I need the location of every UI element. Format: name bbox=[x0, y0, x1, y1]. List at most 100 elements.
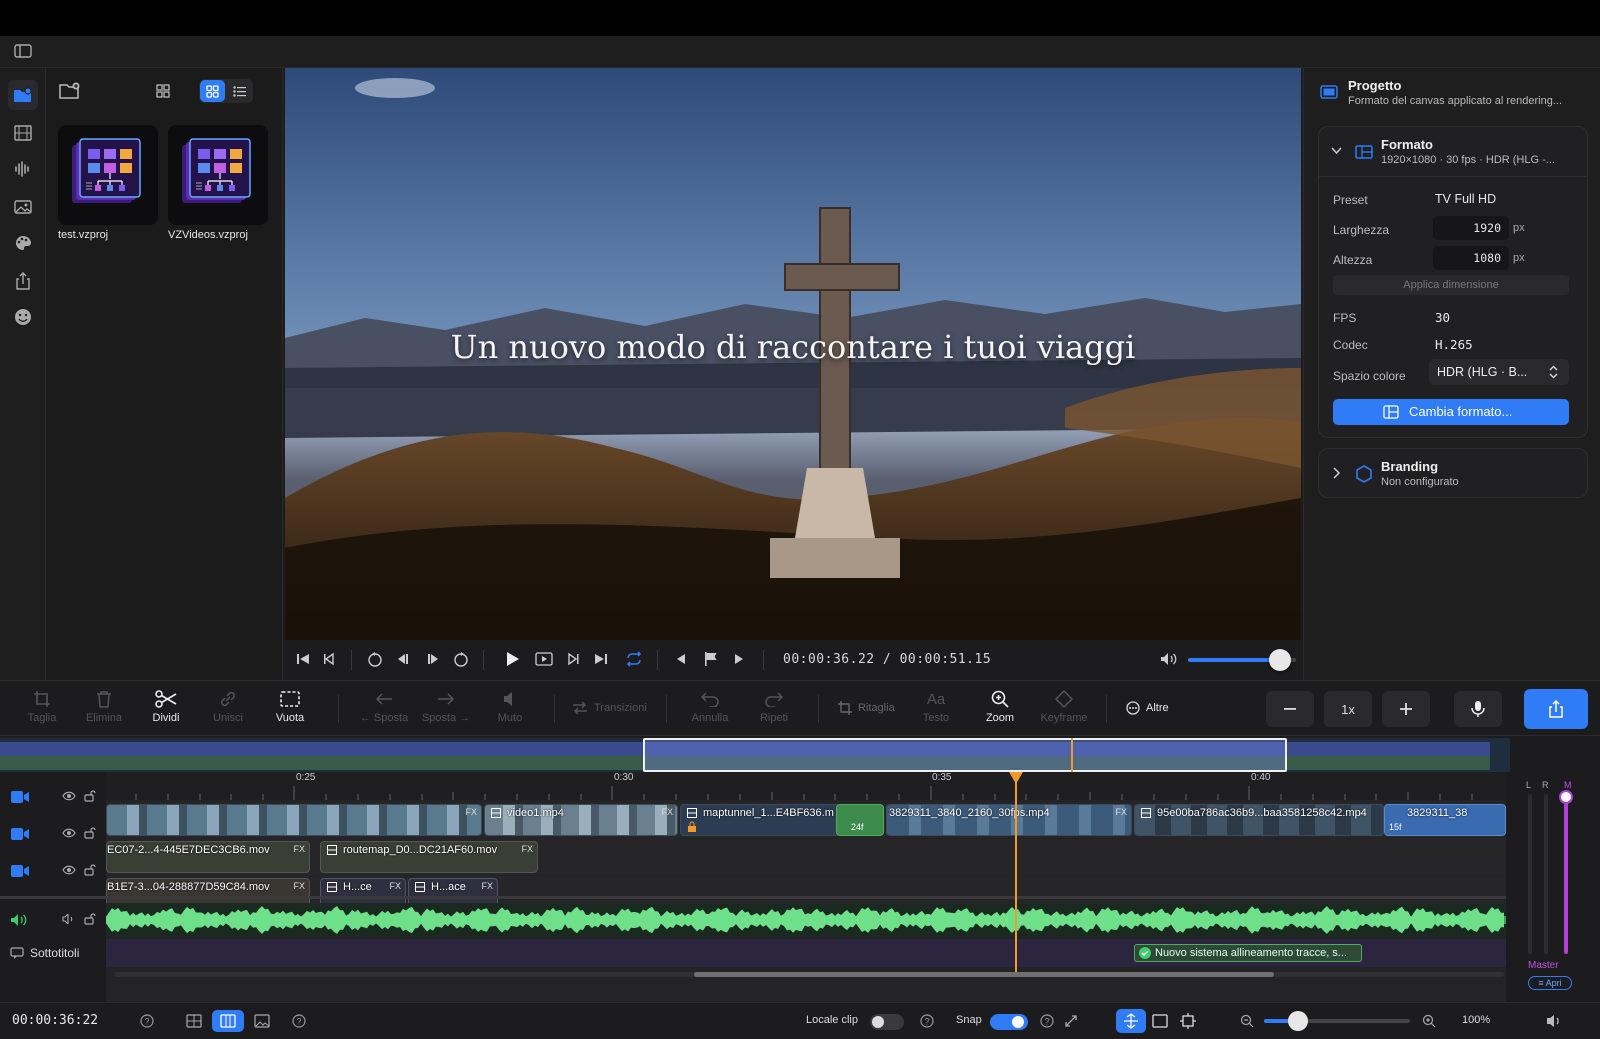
grid-layout-icon[interactable] bbox=[186, 1014, 202, 1028]
timeline-clip[interactable]: video1.mp4 FX bbox=[484, 804, 678, 836]
dividi-button[interactable]: Dividi bbox=[136, 689, 196, 724]
skip-to-end-icon[interactable] bbox=[593, 651, 609, 667]
forward-5s-icon[interactable] bbox=[453, 651, 469, 667]
zoom-in-button[interactable] bbox=[1382, 691, 1430, 727]
volume-slider[interactable] bbox=[1188, 649, 1296, 671]
subtitle-clip[interactable]: Nuovo sistema allineamento tracce, s... bbox=[1134, 944, 1362, 962]
speaker-small-icon[interactable] bbox=[62, 914, 76, 924]
next-flag-icon[interactable] bbox=[733, 651, 745, 667]
lock-open-icon[interactable] bbox=[84, 790, 96, 802]
timeline-clip[interactable]: 3829311_3840_2160_30fps.mp4 FX bbox=[886, 804, 1132, 836]
sposta-left-button[interactable]: ← Sposta bbox=[352, 689, 416, 724]
sposta-right-button[interactable]: Sposta → bbox=[414, 689, 478, 724]
timeline-clip[interactable]: 95e00ba786ac36b9...baa3581258c42.mp4 bbox=[1134, 804, 1384, 836]
testo-button[interactable]: Aa Testo bbox=[906, 689, 966, 725]
vuota-button[interactable]: Vuota bbox=[260, 689, 320, 724]
transizioni-button[interactable]: Transizioni bbox=[572, 701, 647, 715]
play-icon[interactable] bbox=[503, 650, 521, 668]
image-icon[interactable] bbox=[254, 1014, 270, 1028]
video-preview[interactable]: Un nuovo modo di raccontare i tuoi viagg… bbox=[285, 68, 1301, 640]
timeline-clip[interactable]: maptunnel_1...E4BF636.m bbox=[680, 804, 840, 836]
previous-flag-icon[interactable] bbox=[675, 651, 687, 667]
resize-icon[interactable] bbox=[1180, 1013, 1196, 1029]
fit-tracks-button[interactable] bbox=[1116, 1009, 1146, 1033]
apply-dimension-button[interactable]: Applica dimensione bbox=[1333, 275, 1569, 295]
lock-open-icon[interactable] bbox=[84, 864, 96, 876]
help-icon[interactable]: ? bbox=[292, 1014, 306, 1028]
help-icon[interactable]: ? bbox=[920, 1014, 934, 1028]
list-view-button[interactable] bbox=[227, 80, 252, 102]
transition-clip[interactable]: 24f bbox=[836, 804, 884, 836]
play-selection-icon[interactable] bbox=[535, 651, 553, 667]
master-fader-knob[interactable] bbox=[1559, 790, 1573, 804]
speaker-icon[interactable] bbox=[1546, 1014, 1562, 1028]
timeline-clip[interactable]: FX bbox=[106, 804, 482, 836]
timeline-overview[interactable] bbox=[0, 738, 1510, 772]
zoom-in-icon[interactable] bbox=[1422, 1014, 1436, 1028]
new-folder-icon[interactable] bbox=[59, 82, 81, 100]
keyframe-button[interactable]: Keyframe bbox=[1034, 689, 1094, 724]
unisci-button[interactable]: Unisci bbox=[198, 689, 258, 724]
rail-stickers-button[interactable] bbox=[8, 302, 38, 332]
ripeti-button[interactable]: Ripeti bbox=[744, 689, 804, 724]
rail-audio-button[interactable] bbox=[8, 154, 38, 184]
rail-image-button[interactable] bbox=[8, 192, 38, 222]
altre-button[interactable]: Altre bbox=[1126, 701, 1169, 715]
lock-open-icon[interactable] bbox=[84, 913, 96, 925]
volume-icon[interactable] bbox=[1159, 651, 1179, 667]
preset-value[interactable]: TV Full HD bbox=[1435, 192, 1496, 206]
rail-color-button[interactable] bbox=[8, 228, 38, 258]
help-icon[interactable]: ? bbox=[140, 1014, 154, 1028]
timeline-scrollbar[interactable] bbox=[114, 972, 1504, 977]
rail-video-button[interactable] bbox=[8, 118, 38, 148]
export-button[interactable] bbox=[1524, 689, 1588, 729]
skip-to-start-icon[interactable] bbox=[295, 651, 311, 667]
change-format-button[interactable]: Cambia formato... bbox=[1333, 399, 1569, 425]
flag-icon[interactable] bbox=[703, 651, 719, 667]
zoom-out-button[interactable] bbox=[1266, 691, 1314, 727]
eye-icon[interactable] bbox=[62, 791, 76, 801]
overview-viewport[interactable] bbox=[643, 738, 1287, 772]
timeline-zoom-slider[interactable] bbox=[1264, 1011, 1410, 1031]
help-icon[interactable]: ? bbox=[1040, 1014, 1054, 1028]
zoom-button[interactable]: Zoom bbox=[970, 689, 1030, 724]
speed-button[interactable]: 1x bbox=[1324, 691, 1372, 727]
frame-icon[interactable] bbox=[1152, 1014, 1168, 1028]
muto-button[interactable]: Muto bbox=[480, 689, 540, 724]
width-field[interactable]: 1920 bbox=[1433, 216, 1509, 240]
step-back-icon[interactable] bbox=[395, 651, 411, 667]
zoom-slider-knob[interactable] bbox=[1288, 1011, 1308, 1031]
grid-view-button[interactable] bbox=[200, 80, 225, 102]
annulla-button[interactable]: Annulla bbox=[680, 689, 740, 724]
grid-small-icon[interactable] bbox=[156, 84, 170, 98]
ritaglia-button[interactable]: Ritaglia bbox=[838, 701, 895, 715]
zoom-out-icon[interactable] bbox=[1240, 1014, 1254, 1028]
project-thumbnail[interactable] bbox=[58, 125, 158, 225]
layout-columns-button[interactable] bbox=[212, 1010, 244, 1032]
volume-knob[interactable] bbox=[1268, 649, 1291, 671]
lock-open-icon[interactable] bbox=[84, 827, 96, 839]
playhead-handle[interactable] bbox=[1009, 772, 1023, 784]
rewind-5s-icon[interactable] bbox=[367, 651, 383, 667]
rail-export-button[interactable] bbox=[8, 266, 38, 296]
project-thumbnail[interactable] bbox=[168, 125, 268, 225]
snap-toggle[interactable] bbox=[990, 1014, 1028, 1030]
expand-icon[interactable] bbox=[1064, 1014, 1078, 1028]
timeline-clip[interactable]: EC07-2...4-445E7DEC3CB6.mov FX bbox=[106, 841, 310, 873]
locale-clip-toggle[interactable] bbox=[870, 1014, 904, 1030]
step-forward-icon[interactable] bbox=[425, 651, 441, 667]
eye-icon[interactable] bbox=[62, 828, 76, 838]
master-fader[interactable] bbox=[1564, 794, 1568, 954]
elimina-button[interactable]: Elimina bbox=[74, 689, 134, 724]
open-mixer-button[interactable]: ≡ Apri bbox=[1528, 976, 1572, 990]
height-field[interactable]: 1080 bbox=[1433, 246, 1509, 270]
rail-media-button[interactable] bbox=[8, 80, 38, 110]
scrollbar-thumb[interactable] bbox=[694, 972, 1274, 977]
previous-marker-icon[interactable] bbox=[321, 651, 337, 667]
timeline[interactable]: 0:25 0:30 0:35 0:40 FX video1.mp4 FX map… bbox=[106, 772, 1506, 1002]
timeline-clip[interactable]: 3829311_38 15f bbox=[1384, 804, 1506, 836]
format-header[interactable]: Formato 1920×1080 · 30 fps · HDR (HLG -.… bbox=[1319, 127, 1587, 177]
loop-icon[interactable] bbox=[625, 651, 643, 667]
branding-card[interactable]: Branding Non configurato bbox=[1318, 448, 1588, 498]
next-frame-icon[interactable] bbox=[565, 651, 581, 667]
